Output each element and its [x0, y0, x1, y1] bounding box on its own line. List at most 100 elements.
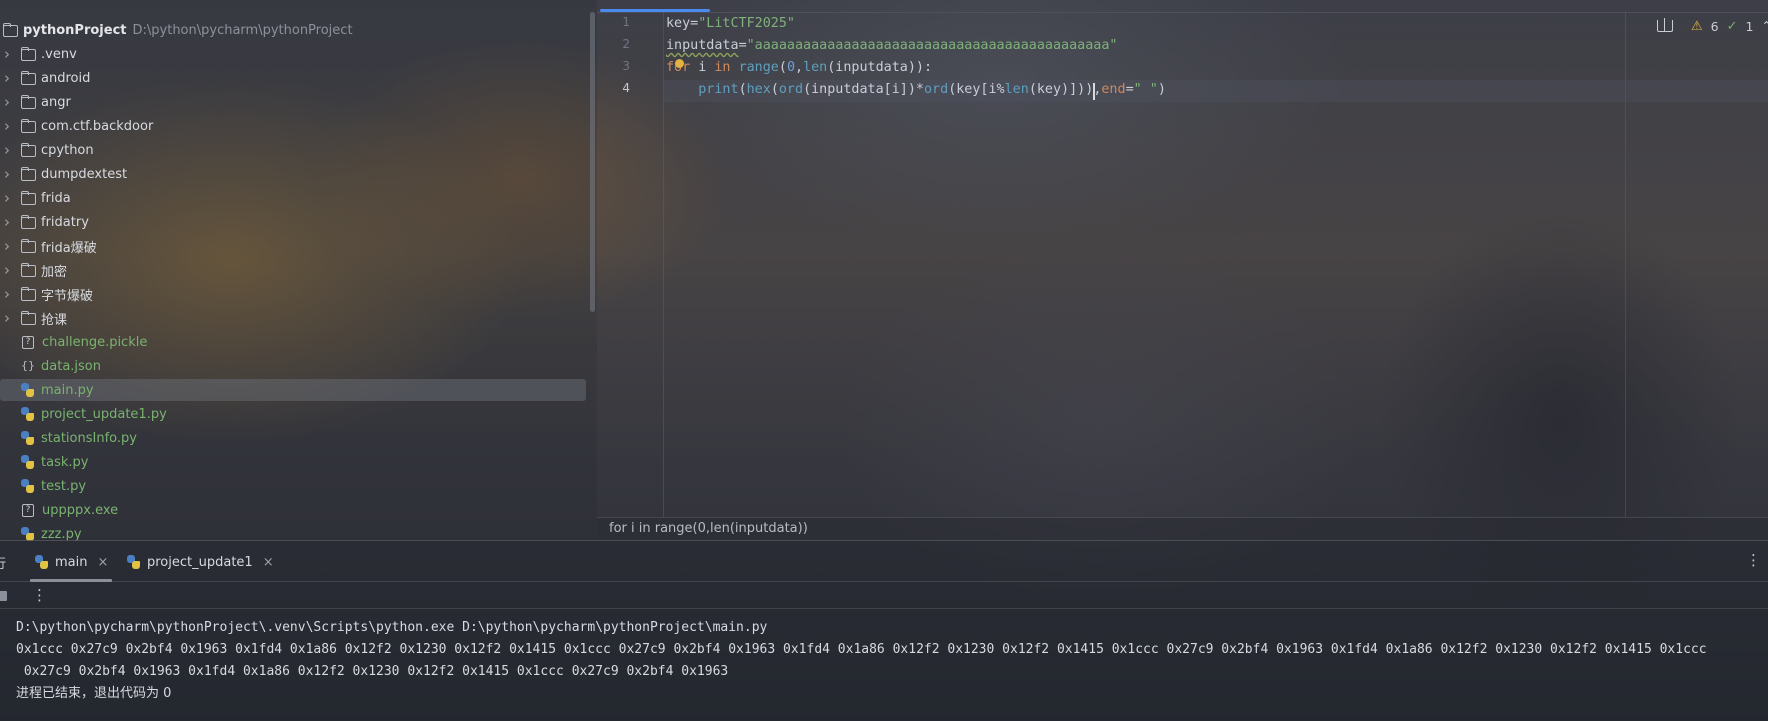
- code-token: (key[i%: [948, 82, 1005, 97]
- tree-file-item[interactable]: task.py: [0, 451, 586, 473]
- tree-item-label: test.py: [41, 478, 87, 494]
- tree-folder-item[interactable]: › dumpdextest: [0, 163, 586, 185]
- run-tabs-bar: 行 main × project_update1 × ⋮: [0, 541, 1768, 582]
- code-token: =: [1125, 82, 1134, 97]
- code-string: "LitCTF2025": [698, 16, 795, 31]
- chevron-right-icon[interactable]: ›: [0, 141, 14, 159]
- run-tab-main[interactable]: main ×: [34, 553, 108, 571]
- tree-item-label: dumpdextest: [41, 166, 128, 182]
- chevron-right-icon[interactable]: ›: [0, 165, 14, 183]
- chevron-right-icon[interactable]: ›: [0, 213, 14, 231]
- console-command-line: D:\python\pycharm\pythonProject\.venv\Sc…: [16, 620, 768, 635]
- close-icon[interactable]: ×: [263, 555, 274, 570]
- tree-folder-item[interactable]: › fridatry: [0, 211, 586, 233]
- tree-item-label: frida: [41, 190, 71, 206]
- code-line-2[interactable]: inputdata="aaaaaaaaaaaaaaaaaaaaaaaaaaaaa…: [666, 35, 1117, 57]
- text-caret: [1093, 83, 1095, 100]
- tree-item-label: com.ctf.backdoor: [41, 118, 154, 134]
- code-builtin: len: [1004, 82, 1029, 97]
- chevron-right-icon[interactable]: ›: [0, 45, 14, 63]
- code-token-typo-warning: inputdata: [666, 38, 739, 53]
- tree-folder-item[interactable]: › angr: [0, 91, 586, 113]
- code-keyword-arg: end: [1101, 82, 1126, 97]
- chevron-right-icon[interactable]: ›: [0, 237, 14, 255]
- folder-icon: [20, 167, 36, 181]
- chevron-right-icon[interactable]: ›: [0, 309, 14, 327]
- python-file-icon: [20, 455, 36, 469]
- code-builtin: len: [803, 60, 828, 75]
- close-icon[interactable]: ×: [97, 555, 108, 570]
- tree-item-label: angr: [41, 94, 71, 110]
- code-line-1[interactable]: key="LitCTF2025": [666, 13, 795, 35]
- tree-item-label: data.json: [41, 358, 101, 374]
- run-tab-project-update1[interactable]: project_update1 ×: [126, 553, 274, 571]
- unknown-file-icon: ?: [22, 503, 34, 517]
- run-tool-title-fragment: 行: [0, 553, 6, 572]
- warning-icon: ⚠: [1691, 18, 1703, 34]
- code-token: (inputdata)):: [827, 60, 933, 75]
- tree-item-label: android: [41, 70, 91, 86]
- tree-folder-item[interactable]: › 加密: [0, 259, 586, 281]
- folder-icon: [20, 119, 36, 133]
- code-number: 0: [786, 60, 795, 75]
- tree-folder-item[interactable]: › 抢课: [0, 307, 586, 329]
- tree-folder-item[interactable]: › 字节爆破: [0, 283, 586, 305]
- code-line-3[interactable]: for i in range(0,len(inputdata)):: [666, 57, 932, 79]
- tree-file-item[interactable]: project_update1.py: [0, 403, 586, 425]
- tree-file-item[interactable]: ? challenge.pickle: [0, 331, 586, 353]
- line-number: 2: [622, 37, 630, 51]
- tree-folder-item[interactable]: › cpython: [0, 139, 586, 161]
- project-root[interactable]: pythonProject D:\python\pycharm\pythonPr…: [0, 19, 353, 41]
- reader-mode-icon[interactable]: [1657, 18, 1673, 32]
- tree-file-item[interactable]: ? uppppx.exe: [0, 499, 586, 521]
- tree-file-item[interactable]: test.py: [0, 475, 586, 497]
- tree-item-label: uppppx.exe: [42, 502, 119, 518]
- folder-icon: [20, 71, 36, 85]
- tree-file-item[interactable]: {} data.json: [0, 355, 586, 377]
- intention-bulb-icon[interactable]: [675, 59, 684, 68]
- breadcrumb[interactable]: for i in range(0,len(inputdata)): [609, 521, 808, 536]
- tree-item-label: cpython: [41, 142, 94, 158]
- line-number-current: 4: [622, 81, 630, 95]
- stop-icon[interactable]: [0, 591, 7, 601]
- chevron-up-icon[interactable]: ⌃: [1761, 19, 1768, 33]
- run-tab-label: project_update1: [147, 554, 253, 570]
- chevron-right-icon[interactable]: ›: [0, 189, 14, 207]
- code-line-4[interactable]: print(hex(ord(inputdata[i])*ord(key[i%le…: [666, 79, 1166, 101]
- code-builtin: range: [738, 60, 779, 75]
- tree-file-item[interactable]: stationsInfo.py: [0, 427, 586, 449]
- folder-icon: [20, 191, 36, 205]
- line-number: 1: [622, 15, 630, 29]
- unknown-file-icon: ?: [22, 335, 34, 349]
- more-options-icon[interactable]: ⋮: [1746, 551, 1761, 569]
- tree-folder-item[interactable]: › com.ctf.backdoor: [0, 115, 586, 137]
- tree-folder-item[interactable]: › android: [0, 67, 586, 89]
- warnings-count: 6: [1710, 18, 1719, 34]
- chevron-right-icon[interactable]: ›: [0, 117, 14, 135]
- code-string: " ": [1133, 82, 1158, 97]
- code-token: i: [690, 60, 715, 75]
- chevron-right-icon[interactable]: ›: [0, 261, 14, 279]
- code-token: (: [738, 82, 747, 97]
- project-tree-scrollbar[interactable]: [590, 12, 595, 312]
- tree-file-item[interactable]: main.py: [0, 379, 586, 401]
- tree-item-label: frida爆破: [41, 240, 97, 256]
- tree-folder-item[interactable]: › frida: [0, 187, 586, 209]
- folder-icon: [20, 47, 36, 61]
- code-builtin: ord: [924, 82, 949, 97]
- tree-item-label: 加密: [41, 264, 68, 280]
- editor-inspection-widget[interactable]: ⚠ 6 ✓ 1 ⌃: [1657, 16, 1768, 36]
- python-file-icon: [20, 527, 36, 541]
- code-token: (: [770, 82, 779, 97]
- tree-folder-item[interactable]: › .venv: [0, 43, 586, 65]
- tree-folder-item[interactable]: › frida爆破: [0, 235, 586, 257]
- run-toolbar: ⋮: [0, 582, 1768, 609]
- chevron-right-icon[interactable]: ›: [0, 285, 14, 303]
- folder-icon: [20, 95, 36, 109]
- chevron-right-icon[interactable]: ›: [0, 93, 14, 111]
- code-builtin: print: [698, 82, 739, 97]
- more-actions-icon[interactable]: ⋮: [32, 586, 47, 604]
- project-root-name: pythonProject: [23, 22, 127, 38]
- chevron-right-icon[interactable]: ›: [0, 69, 14, 87]
